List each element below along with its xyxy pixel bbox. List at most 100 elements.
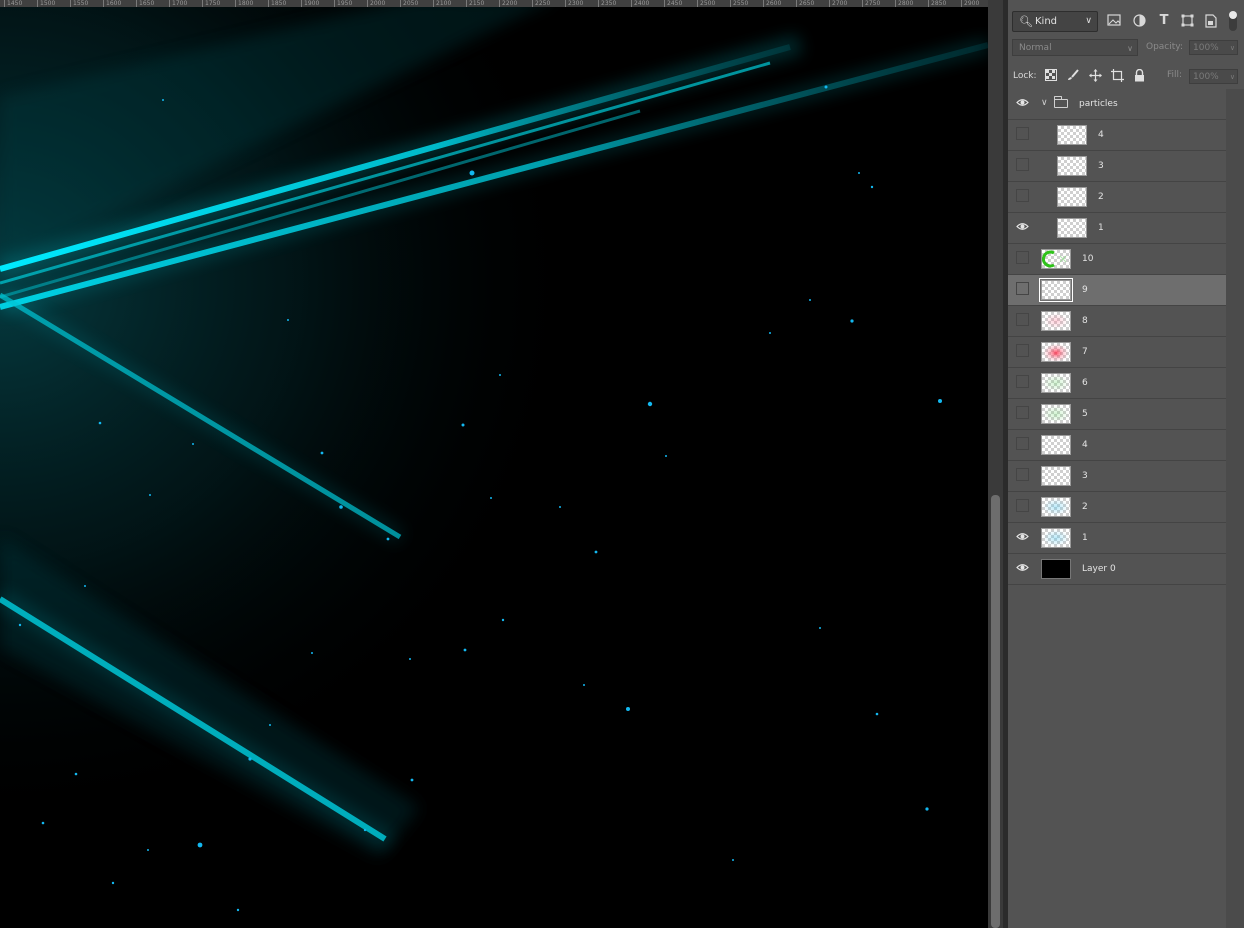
canvas-vertical-scrollbar[interactable]	[988, 0, 1003, 928]
visibility-toggle[interactable]	[1016, 251, 1029, 264]
ruler-tick-label: 2700	[829, 0, 847, 7]
layer-thumbnail[interactable]	[1057, 218, 1087, 238]
eye-icon[interactable]	[1016, 561, 1029, 574]
layer-row[interactable]: 2	[1008, 492, 1226, 523]
ruler-tick-label: 1600	[103, 0, 121, 7]
ruler-tick-label: 1750	[202, 0, 220, 7]
visibility-toggle[interactable]	[1016, 189, 1029, 202]
layer-name: Layer 0	[1082, 564, 1116, 574]
layer-thumbnail[interactable]	[1041, 528, 1071, 548]
layer-name: 1	[1098, 223, 1104, 233]
ruler-tick-label: 2450	[664, 0, 682, 7]
layer-row[interactable]: 2	[1008, 182, 1226, 213]
ruler-tick-label: 1950	[334, 0, 352, 7]
layer-name: 3	[1098, 161, 1104, 171]
layer-thumbnail[interactable]	[1041, 404, 1071, 424]
opacity-value: 100%	[1193, 43, 1219, 53]
layer-thumbnail[interactable]	[1041, 466, 1071, 486]
layers-panel-scrollbar[interactable]	[1226, 89, 1244, 928]
filter-kind-select[interactable]: 🔍︎ Kind ∨	[1012, 11, 1098, 32]
visibility-toggle[interactable]	[1016, 127, 1029, 140]
layer-row[interactable]: 3	[1008, 151, 1226, 182]
layer-thumbnail[interactable]	[1057, 125, 1087, 145]
layer-name: 2	[1082, 502, 1088, 512]
ruler-tick-label: 1850	[268, 0, 286, 7]
ruler-tick-label: 2400	[631, 0, 649, 7]
layer-row[interactable]: 5	[1008, 399, 1226, 430]
opacity-field[interactable]: 100% ∨	[1189, 40, 1238, 55]
blend-mode-value: Normal	[1019, 43, 1052, 53]
layer-row[interactable]: 8	[1008, 306, 1226, 337]
layer-thumbnail[interactable]	[1041, 311, 1071, 331]
ruler-tick-label: 1450	[4, 0, 22, 7]
layer-row[interactable]: 4	[1008, 120, 1226, 151]
layer-row[interactable]: 7	[1008, 337, 1226, 368]
blend-mode-select[interactable]: Normal ∨	[1012, 39, 1138, 56]
layer-name: 3	[1082, 471, 1088, 481]
visibility-toggle[interactable]	[1016, 499, 1029, 512]
image-filter-icon[interactable]	[1107, 14, 1121, 28]
ruler-tick-label: 1550	[70, 0, 88, 7]
eye-icon[interactable]	[1016, 530, 1029, 543]
ruler-tick-label: 1650	[136, 0, 154, 7]
visibility-toggle[interactable]	[1016, 282, 1029, 295]
layer-thumbnail[interactable]	[1041, 373, 1071, 393]
scrollbar-thumb[interactable]	[991, 495, 1000, 928]
layer-row[interactable]: 10	[1008, 244, 1226, 275]
layer-name: 10	[1082, 254, 1094, 264]
lock-artboard-icon[interactable]	[1110, 69, 1124, 83]
ruler-tick-label: 1700	[169, 0, 187, 7]
layer-thumbnail[interactable]	[1057, 156, 1087, 176]
chevron-down-icon: ∨	[1229, 73, 1235, 81]
ruler-tick-label: 2350	[598, 0, 616, 7]
layer-thumbnail[interactable]	[1041, 249, 1071, 269]
ruler-tick-label: 2600	[763, 0, 781, 7]
lock-transparent-pixels-icon[interactable]	[1044, 69, 1058, 83]
layer-name: particles	[1079, 99, 1118, 109]
visibility-toggle[interactable]	[1016, 437, 1029, 450]
visibility-toggle[interactable]	[1016, 406, 1029, 419]
layer-thumbnail[interactable]	[1057, 187, 1087, 207]
layer-thumbnail[interactable]	[1039, 278, 1073, 302]
smart-object-filter-icon[interactable]	[1204, 14, 1218, 28]
fill-label: Fill:	[1167, 70, 1183, 80]
lock-position-icon[interactable]	[1088, 69, 1102, 83]
layer-name: 4	[1098, 130, 1104, 140]
lock-image-pixels-icon[interactable]	[1066, 69, 1080, 83]
shape-filter-icon[interactable]	[1180, 14, 1194, 28]
layer-row[interactable]: 3	[1008, 461, 1226, 492]
visibility-toggle[interactable]	[1016, 468, 1029, 481]
filter-toggle-switch[interactable]	[1229, 11, 1237, 31]
lock-fill-row: Lock: Fill: 100% ∨	[1008, 66, 1244, 86]
ruler-tick-label: 2200	[499, 0, 517, 7]
layer-row[interactable]: 1	[1008, 523, 1226, 554]
ruler-tick-label: 2100	[433, 0, 451, 7]
type-filter-icon[interactable]: T	[1157, 14, 1171, 28]
ruler-tick-label: 2650	[796, 0, 814, 7]
layer-thumbnail[interactable]	[1041, 342, 1071, 362]
visibility-toggle[interactable]	[1016, 158, 1029, 171]
eye-icon[interactable]	[1016, 96, 1029, 109]
search-icon: 🔍︎	[1019, 15, 1033, 28]
layer-thumbnail[interactable]	[1041, 497, 1071, 517]
lock-all-icon[interactable]	[1132, 68, 1146, 83]
eye-icon[interactable]	[1016, 220, 1029, 233]
adjustment-filter-icon[interactable]	[1132, 14, 1146, 28]
visibility-toggle[interactable]	[1016, 375, 1029, 388]
chevron-down-icon[interactable]: ∨	[1041, 89, 1048, 117]
visibility-toggle[interactable]	[1016, 313, 1029, 326]
ruler-tick-label: 2150	[466, 0, 484, 7]
layer-row[interactable]: 1	[1008, 213, 1226, 244]
layer-row[interactable]: Layer 0	[1008, 554, 1226, 585]
horizontal-ruler[interactable]: 1450 1500 1550 1600 1650 1700 1750 1800 1850 1900…	[0, 0, 988, 7]
layer-row[interactable]: 9	[1008, 275, 1226, 306]
document-canvas[interactable]	[0, 7, 988, 928]
layer-group-row[interactable]: ∨ particles	[1008, 89, 1226, 120]
visibility-toggle[interactable]	[1016, 344, 1029, 357]
layer-thumbnail[interactable]	[1041, 435, 1071, 455]
ruler-tick-label: 2300	[565, 0, 583, 7]
layer-thumbnail[interactable]	[1041, 559, 1071, 579]
layer-row[interactable]: 4	[1008, 430, 1226, 461]
fill-field[interactable]: 100% ∨	[1189, 69, 1238, 84]
layer-row[interactable]: 6	[1008, 368, 1226, 399]
